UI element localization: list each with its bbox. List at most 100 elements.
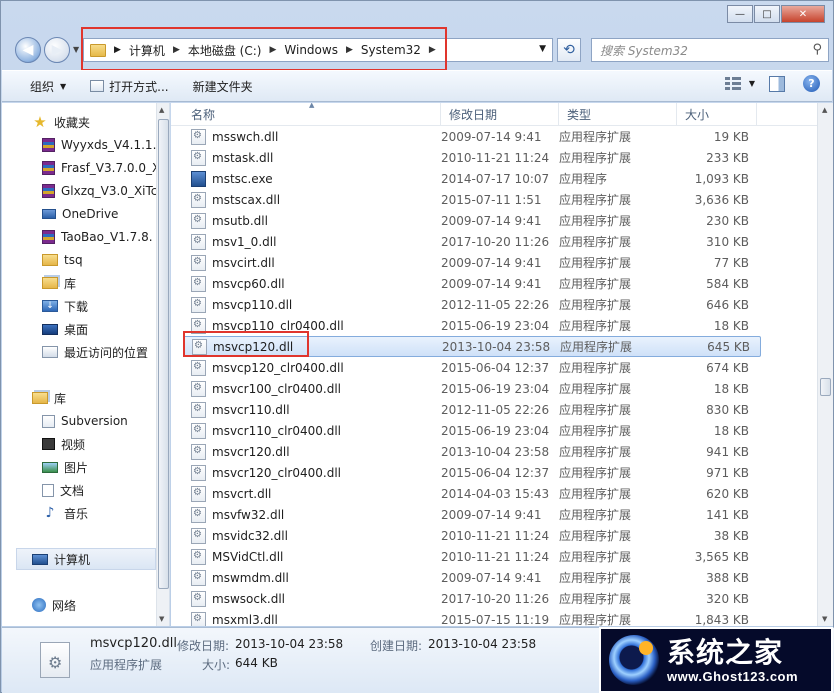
file-row[interactable]: msvcp120_clr0400.dll 2015-06-04 12:37 应用程序… bbox=[183, 357, 761, 378]
file-row[interactable]: msvcp120.dll 2013-10-04 23:58 应用程序扩展 645 KB bbox=[183, 336, 761, 357]
file-row[interactable]: mstscax.dll 2015-07-11 1:51 应用程序扩展 3,636 KB bbox=[183, 189, 761, 210]
maximize-button[interactable]: □ bbox=[754, 5, 780, 23]
nav-item[interactable]: Frasf_V3.7.0.0_X bbox=[42, 157, 160, 179]
nav-item[interactable]: OneDrive bbox=[42, 203, 118, 225]
file-row[interactable]: msv1_0.dll 2017-10-20 11:26 应用程序扩展 310 KB bbox=[183, 231, 761, 252]
breadcrumb-chevron-icon[interactable]: ▶ bbox=[346, 45, 353, 55]
open-with-button[interactable]: 打开方式... bbox=[78, 74, 180, 98]
column-size[interactable]: 大小 bbox=[677, 103, 757, 126]
file-date: 2017-10-20 11:26 bbox=[441, 591, 550, 606]
scroll-thumb[interactable] bbox=[158, 119, 169, 589]
nav-label: Frasf_V3.7.0.0_X bbox=[61, 161, 161, 175]
column-date[interactable]: 修改日期 bbox=[441, 103, 559, 126]
file-name: msxml3.dll bbox=[212, 612, 278, 627]
file-row[interactable]: msvcr100_clr0400.dll 2015-06-19 23:04 应用程序… bbox=[183, 378, 761, 399]
refresh-button[interactable]: ⟲ bbox=[557, 38, 581, 62]
scroll-thumb[interactable] bbox=[820, 378, 831, 396]
change-view-icon[interactable] bbox=[724, 76, 743, 92]
nav-scrollbar[interactable]: ▲ ▼ bbox=[156, 103, 169, 626]
file-name: msvcp110.dll bbox=[212, 297, 293, 312]
file-row[interactable]: msvidc32.dll 2010-11-21 11:24 应用程序扩展 38 KB bbox=[183, 525, 761, 546]
file-type: 应用程序扩展 bbox=[559, 613, 632, 626]
details-filename: msvcp120.dll bbox=[90, 636, 177, 651]
address-bar[interactable]: ▶ 计算机 ▶ 本地磁盘 (C:) ▶ Windows ▶ System32 ▶… bbox=[83, 38, 553, 62]
file-row[interactable]: mswmdm.dll 2009-07-14 9:41 应用程序扩展 388 KB bbox=[183, 567, 761, 588]
file-row[interactable]: mstask.dll 2010-11-21 11:24 应用程序扩展 233 KB bbox=[183, 147, 761, 168]
file-row[interactable]: msvcr120.dll 2013-10-04 23:58 应用程序扩展 941 KB bbox=[183, 441, 761, 462]
file-row[interactable]: msvcrt.dll 2014-04-03 15:43 应用程序扩展 620 KB bbox=[183, 483, 761, 504]
breadcrumb-computer[interactable]: 计算机 bbox=[129, 42, 165, 59]
file-row[interactable]: msxml3.dll 2015-07-15 11:19 应用程序扩展 1,843 KB bbox=[183, 609, 761, 626]
minimize-button[interactable]: — bbox=[727, 5, 753, 23]
close-button[interactable]: ✕ bbox=[781, 5, 825, 23]
file-row[interactable]: msvcp110.dll 2012-11-05 22:26 应用程序扩展 646 KB bbox=[183, 294, 761, 315]
file-row[interactable]: msvcr110.dll 2012-11-05 22:26 应用程序扩展 830 KB bbox=[183, 399, 761, 420]
file-row[interactable]: msvcp110_clr0400.dll 2015-06-19 23:04 应用程序… bbox=[183, 315, 761, 336]
file-row[interactable]: msvcr120_clr0400.dll 2015-06-04 12:37 应用程序… bbox=[183, 462, 761, 483]
back-button[interactable]: ◀ bbox=[15, 37, 41, 63]
nav-item[interactable]: 视频 bbox=[42, 433, 85, 455]
file-row[interactable]: MSVidCtl.dll 2010-11-21 11:24 应用程序扩展 3,565 … bbox=[183, 546, 761, 567]
nav-item[interactable]: ↓ 下载 bbox=[42, 295, 88, 317]
file-date: 2015-06-19 23:04 bbox=[441, 318, 550, 333]
file-row[interactable]: msvfw32.dll 2009-07-14 9:41 应用程序扩展 141 KB bbox=[183, 504, 761, 525]
breadcrumb-chevron-icon[interactable]: ▶ bbox=[114, 45, 121, 55]
nav-label: Subversion bbox=[61, 414, 128, 428]
file-row[interactable]: mswsock.dll 2017-10-20 11:26 应用程序扩展 320 KB bbox=[183, 588, 761, 609]
breadcrumb-system32[interactable]: System32 bbox=[361, 43, 421, 57]
column-type[interactable]: 类型 bbox=[559, 103, 677, 126]
nav-label: Glxzq_V3.0_XiTc bbox=[61, 184, 158, 198]
file-date: 2012-11-05 22:26 bbox=[441, 297, 550, 312]
nav-libraries[interactable]: 库 bbox=[32, 387, 66, 409]
scroll-up-icon[interactable]: ▲ bbox=[159, 106, 164, 114]
column-label: 修改日期 bbox=[449, 108, 498, 122]
breadcrumb-chevron-icon[interactable]: ▶ bbox=[429, 45, 436, 55]
nav-item[interactable]: ♪ 音乐 bbox=[42, 502, 88, 524]
nav-network[interactable]: 网络 bbox=[32, 594, 76, 616]
nav-favorites[interactable]: ★ 收藏夹 bbox=[32, 111, 90, 133]
file-row[interactable]: mstsc.exe 2014-07-17 10:07 应用程序 1,093 KB bbox=[183, 168, 761, 189]
nav-label: OneDrive bbox=[62, 207, 119, 221]
nav-item[interactable]: Subversion bbox=[42, 410, 128, 432]
nav-item[interactable]: 图片 bbox=[42, 456, 88, 478]
organize-button[interactable]: 组织 ▼ bbox=[2, 74, 78, 98]
nav-item[interactable]: 最近访问的位置 bbox=[42, 341, 148, 363]
file-name: msvcr110_clr0400.dll bbox=[212, 423, 341, 438]
scroll-down-icon[interactable]: ▼ bbox=[822, 615, 827, 623]
address-dropdown-icon[interactable]: ▼ bbox=[539, 44, 546, 54]
help-icon[interactable]: ? bbox=[803, 75, 820, 92]
nav-item[interactable]: 桌面 bbox=[42, 318, 88, 340]
dll-file-icon bbox=[191, 296, 206, 313]
file-type: 应用程序扩展 bbox=[559, 403, 632, 417]
forward-button[interactable]: ▶ bbox=[44, 37, 70, 63]
nav-item[interactable]: tsq bbox=[42, 249, 83, 271]
scroll-down-icon[interactable]: ▼ bbox=[159, 615, 164, 623]
breadcrumb-local-disk[interactable]: 本地磁盘 (C:) bbox=[188, 42, 262, 59]
file-row[interactable]: msutb.dll 2009-07-14 9:41 应用程序扩展 230 KB bbox=[183, 210, 761, 231]
file-list-scrollbar[interactable]: ▲ ▼ bbox=[817, 103, 833, 626]
nav-item[interactable]: Glxzq_V3.0_XiTc bbox=[42, 180, 157, 202]
folder-icon bbox=[90, 43, 106, 57]
search-input[interactable]: 搜索 System32 ⚲ bbox=[591, 38, 829, 62]
recent-pages-dropdown[interactable]: ▼ bbox=[73, 45, 79, 54]
file-row[interactable]: msvcr110_clr0400.dll 2015-06-19 23:04 应用程序… bbox=[183, 420, 761, 441]
open-with-label: 打开方式... bbox=[109, 79, 169, 94]
column-name[interactable]: 名称 ▲ bbox=[171, 103, 441, 126]
nav-item[interactable]: 文档 bbox=[42, 479, 84, 501]
nav-item[interactable]: TaoBao_V1.7.8. bbox=[42, 226, 153, 248]
nav-item[interactable]: Wyyxds_V4.1.1. bbox=[42, 134, 156, 156]
search-icon[interactable]: ⚲ bbox=[812, 42, 822, 57]
nav-computer[interactable]: 计算机 bbox=[32, 548, 90, 570]
scroll-up-icon[interactable]: ▲ bbox=[822, 106, 827, 114]
file-row[interactable]: msvcp60.dll 2009-07-14 9:41 应用程序扩展 584 KB bbox=[183, 273, 761, 294]
file-size: 3,565 KB bbox=[694, 549, 749, 564]
file-row[interactable]: msswch.dll 2009-07-14 9:41 应用程序扩展 19 KB bbox=[183, 126, 761, 147]
new-folder-button[interactable]: 新建文件夹 bbox=[181, 74, 265, 98]
file-row[interactable]: msvcirt.dll 2009-07-14 9:41 应用程序扩展 77 KB bbox=[183, 252, 761, 273]
nav-item[interactable]: 库 bbox=[42, 272, 76, 294]
breadcrumb-chevron-icon[interactable]: ▶ bbox=[173, 45, 180, 55]
chevron-down-icon[interactable]: ▼ bbox=[749, 79, 755, 88]
breadcrumb-chevron-icon[interactable]: ▶ bbox=[269, 45, 276, 55]
preview-pane-icon[interactable] bbox=[769, 75, 785, 92]
breadcrumb-windows[interactable]: Windows bbox=[284, 43, 338, 57]
